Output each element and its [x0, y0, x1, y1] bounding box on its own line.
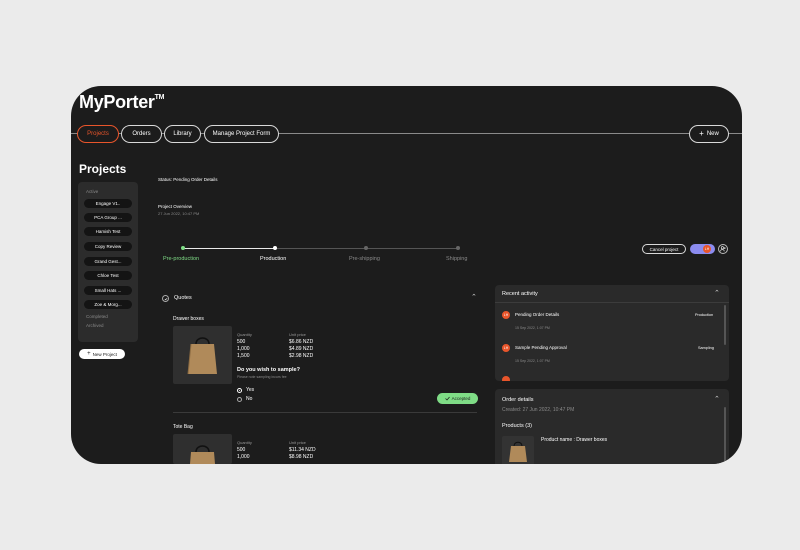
project-item[interactable]: Copy Review [84, 242, 132, 251]
project-item[interactable]: Grand Gest... [84, 257, 132, 266]
active-caption: Active [86, 189, 99, 194]
product-image [502, 436, 534, 464]
activity-date: 15 Sep 2022, 1:07 PM [515, 326, 550, 330]
bag-illustration [190, 445, 215, 464]
activity-tag: Sampling [698, 346, 714, 350]
activity-text: Pending Order Details [515, 312, 560, 317]
project-item[interactable]: PCA Group ... [84, 213, 132, 222]
recent-activity-panel: Recent activity ⌃ LH Pending Order Detai… [495, 285, 729, 381]
app-logo: MyPorterTM [79, 92, 165, 112]
avatar [502, 376, 510, 381]
bag-illustration [509, 441, 527, 462]
divider [173, 412, 477, 413]
new-project-button[interactable]: + New Project [79, 349, 125, 359]
price-cell: $2.98 NZD [289, 353, 314, 359]
avatar: LH [502, 311, 510, 319]
radio-yes-label: Yes [246, 387, 255, 393]
step-label: Shipping [446, 256, 468, 262]
order-details-panel: Order details ⌃ Created: 27 Jun 2022, 10… [495, 389, 729, 464]
tab-projects[interactable]: Projects [77, 125, 119, 143]
quantity-cell: 1,500 [237, 353, 250, 359]
quantity-cell: 1,000 [237, 454, 250, 460]
quantity-cell: 500 [237, 447, 246, 453]
product-name: Tote Bag [173, 424, 193, 430]
quantity-header: Quantity [237, 440, 252, 445]
activity-date: 15 Sep 2022, 1:07 PM [515, 359, 550, 363]
quotes-title: Quotes [174, 295, 192, 301]
activity-tag: Production [695, 313, 714, 317]
divider [495, 302, 729, 303]
product-image [173, 326, 232, 384]
product-name: Product name : Drawer boxes [541, 437, 608, 443]
step-dot [456, 246, 460, 250]
quantity-header: Quantity [237, 332, 252, 337]
plus-icon: + [699, 129, 704, 138]
step-label: Production [260, 256, 287, 262]
check-circle-icon [162, 295, 169, 302]
price-header: Unit price [289, 440, 306, 445]
completed-caption[interactable]: Completed [86, 314, 108, 319]
app-window: MyPorterTM Projects Orders Library Manag… [71, 86, 742, 464]
order-details-title: Order details [502, 397, 534, 403]
overview-title: Project Overview [158, 204, 193, 209]
product-name: Drawer boxes [173, 316, 204, 322]
tab-library[interactable]: Library [164, 125, 201, 143]
new-button[interactable]: + New [689, 125, 729, 143]
activity-text: Sample Pending Approval [515, 345, 567, 350]
price-header: Unit price [289, 332, 306, 337]
status-text: Status: Pending Order Details [158, 177, 218, 182]
product-image [173, 434, 232, 464]
step-label: Pre-production [163, 256, 200, 262]
step-dot [273, 246, 277, 250]
radio-no-label: No [246, 396, 253, 402]
order-created: Created: 27 Jun 2022, 10:47 PM [502, 407, 575, 413]
radio-yes[interactable] [237, 388, 242, 393]
step-dot [364, 246, 368, 250]
tab-manage-project-form[interactable]: Manage Project Form [204, 125, 279, 143]
cancel-project-button[interactable]: Cancel project [642, 244, 686, 254]
sample-question: Do you wish to sample? [237, 367, 300, 373]
radio-no[interactable] [237, 397, 242, 402]
scrollbar[interactable] [724, 305, 726, 345]
tab-orders[interactable]: Orders [121, 125, 162, 143]
step-line-done [183, 248, 275, 249]
scrollbar[interactable] [724, 407, 726, 462]
price-cell: $11.34 NZD [289, 447, 316, 453]
project-item[interactable]: Engage V1.. [84, 199, 132, 208]
accepted-badge: Accepted [437, 393, 478, 404]
avatar: LH [703, 245, 711, 253]
avatar: LH [502, 344, 510, 352]
quantity-cell: 1,000 [237, 346, 250, 352]
overview-date: 27 Jun 2022, 10:47 PM [158, 211, 200, 216]
project-list-panel: Active Engage V1.. PCA Group ... Hamish … [78, 182, 138, 342]
sample-note: Please note sampling incurs fee [237, 375, 287, 379]
products-title: Products (3) [502, 423, 532, 429]
check-icon [444, 396, 450, 401]
plus-icon: + [87, 351, 91, 357]
step-dot [181, 246, 185, 250]
bag-illustration [187, 337, 217, 375]
chevron-up-icon[interactable]: ⌃ [714, 395, 720, 403]
page-title: Projects [79, 162, 127, 176]
collaborators-group[interactable]: LH [690, 244, 715, 254]
project-item[interactable]: Small Hats ... [84, 286, 132, 295]
price-cell: $4.89 NZD [289, 346, 314, 352]
add-user-icon[interactable] [718, 244, 728, 254]
project-item[interactable]: Hamish Test [84, 227, 132, 236]
chevron-up-icon[interactable]: ⌃ [714, 289, 720, 297]
project-item[interactable]: Chloe Test [84, 271, 132, 280]
project-item[interactable]: Zoe & Morg... [84, 300, 132, 309]
price-cell: $8.98 NZD [289, 454, 314, 460]
archived-caption[interactable]: Archived [86, 323, 104, 328]
step-label: Pre-shipping [349, 256, 380, 262]
chevron-up-icon[interactable]: ⌃ [471, 293, 477, 301]
price-cell: $6.86 NZD [289, 339, 314, 345]
recent-activity-title: Recent activity [502, 291, 538, 297]
quantity-cell: 500 [237, 339, 246, 345]
